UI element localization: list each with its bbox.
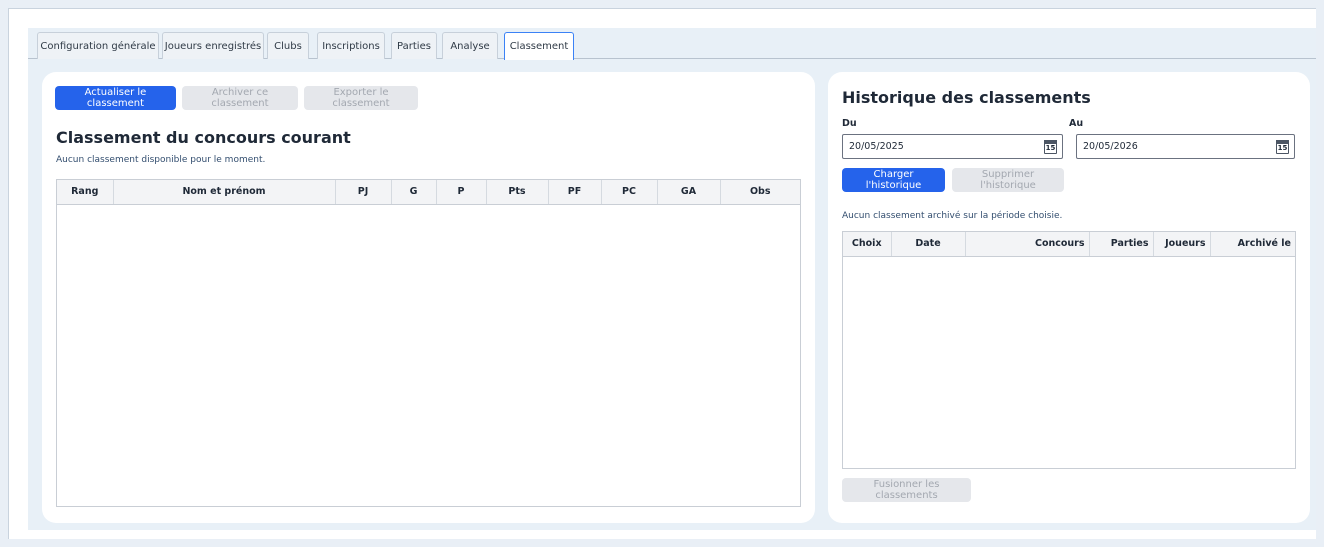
from-date-field[interactable]: 20/05/2025 15 [842, 134, 1063, 159]
refresh-ranking-button[interactable]: Actualiser le classement [55, 86, 176, 110]
column-p[interactable]: P [436, 180, 487, 205]
from-label: Du [842, 118, 857, 129]
column-nom-prenom[interactable]: Nom et prénom [113, 180, 336, 205]
delete-history-button[interactable]: Supprimer l'historique [952, 168, 1064, 192]
tab-analyse[interactable]: Analyse [442, 32, 498, 59]
tab-joueurs-enregistres[interactable]: Joueurs enregistrés [162, 32, 264, 59]
to-date-value: 20/05/2026 [1083, 141, 1138, 152]
history-header: Choix Date Concours Parties Joueurs Arch… [843, 232, 1295, 257]
archive-ranking-button[interactable]: Archiver ce classement [182, 86, 298, 110]
column-pc[interactable]: PC [601, 180, 658, 205]
history-title: Historique des classements [842, 88, 1091, 107]
to-date-field[interactable]: 20/05/2026 15 [1076, 134, 1295, 159]
tab-clubs[interactable]: Clubs [267, 32, 309, 59]
current-ranking-status: Aucun classement disponible pour le mome… [56, 155, 266, 165]
calendar-icon[interactable]: 15 [1276, 140, 1289, 154]
column-joueurs[interactable]: Joueurs [1153, 232, 1211, 257]
history-table: Choix Date Concours Parties Joueurs Arch… [842, 231, 1296, 469]
current-ranking-card: Actualiser le classement Archiver ce cla… [42, 72, 815, 523]
column-obs[interactable]: Obs [720, 180, 800, 205]
current-ranking-table: Rang Nom et prénom PJ G P Pts PF PC GA O… [56, 179, 801, 507]
tab-configuration-generale[interactable]: Configuration générale [37, 32, 159, 59]
tab-parties[interactable]: Parties [391, 32, 437, 59]
history-status: Aucun classement archivé sur la période … [842, 211, 1063, 221]
merge-rankings-button[interactable]: Fusionner les classements [842, 478, 971, 502]
column-pf[interactable]: PF [548, 180, 602, 205]
tab-panel: Configuration générale Joueurs enregistr… [28, 28, 1316, 530]
column-concours[interactable]: Concours [965, 232, 1090, 257]
column-pj[interactable]: PJ [335, 180, 392, 205]
column-date[interactable]: Date [891, 232, 966, 257]
to-label: Au [1069, 118, 1084, 129]
from-date-value: 20/05/2025 [849, 141, 904, 152]
tab-classement[interactable]: Classement [504, 32, 574, 60]
column-choix[interactable]: Choix [843, 232, 892, 257]
app-frame: Configuration générale Joueurs enregistr… [8, 8, 1316, 539]
export-ranking-button[interactable]: Exporter le classement [304, 86, 418, 110]
column-g[interactable]: G [391, 180, 437, 205]
tab-bar: Configuration générale Joueurs enregistr… [28, 28, 1316, 60]
column-ga[interactable]: GA [657, 180, 721, 205]
history-card: Historique des classements Du Au 20/05/2… [828, 72, 1310, 523]
column-pts[interactable]: Pts [486, 180, 549, 205]
column-archive-le[interactable]: Archivé le [1210, 232, 1295, 257]
current-ranking-header: Rang Nom et prénom PJ G P Pts PF PC GA O… [57, 180, 800, 205]
current-ranking-title: Classement du concours courant [56, 128, 351, 147]
tab-inscriptions[interactable]: Inscriptions [317, 32, 385, 59]
load-history-button[interactable]: Charger l'historique [842, 168, 945, 192]
calendar-icon[interactable]: 15 [1044, 140, 1057, 154]
column-parties[interactable]: Parties [1089, 232, 1154, 257]
column-rang[interactable]: Rang [57, 180, 114, 205]
